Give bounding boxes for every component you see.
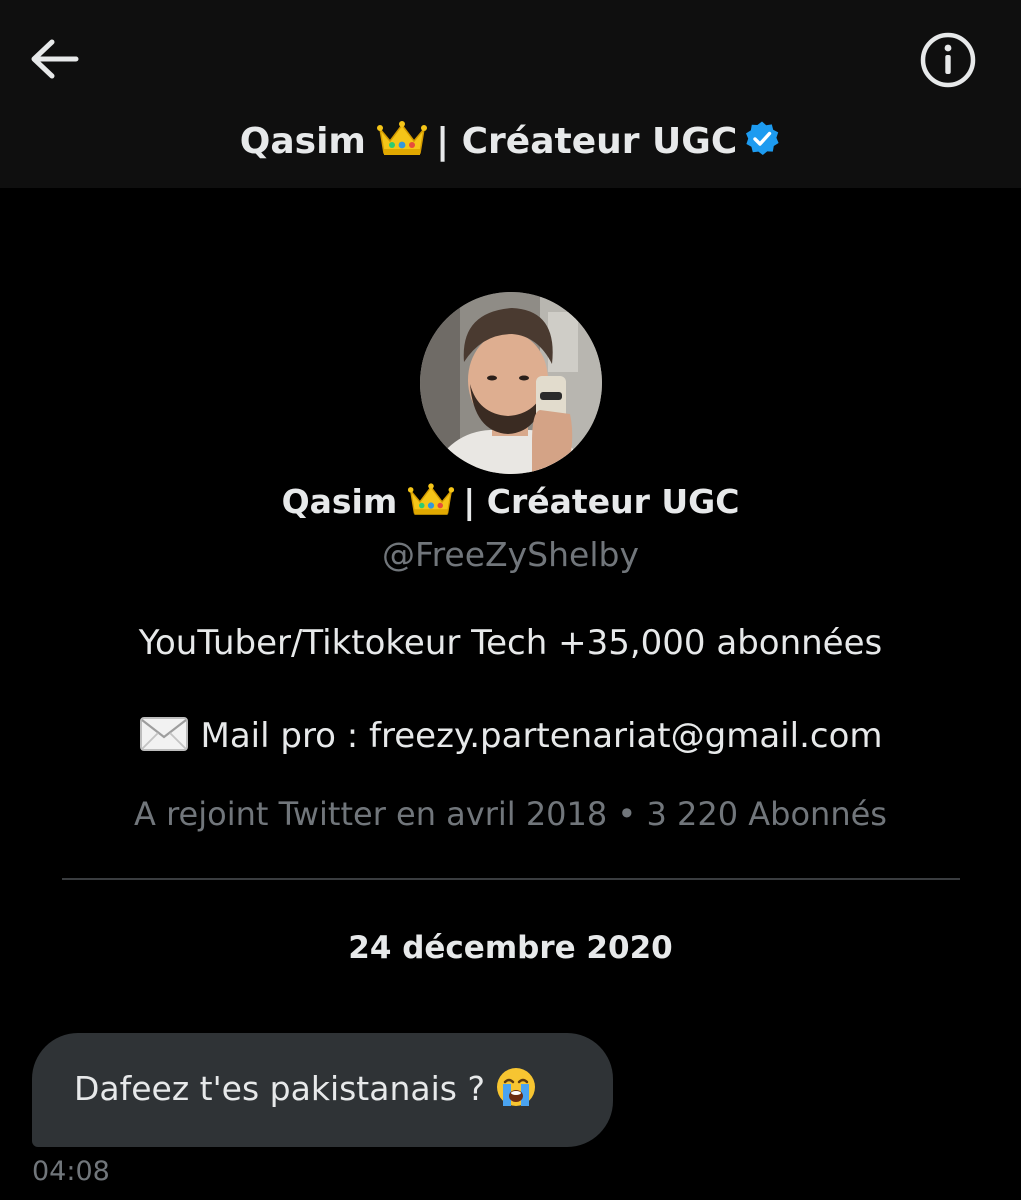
crown-emoji-icon — [376, 121, 427, 155]
header-subtitle: | Créateur UGC — [435, 121, 738, 162]
message-text-row: Dafeez t'es pakistanais ? — [74, 1063, 537, 1115]
divider — [62, 878, 960, 880]
profile-photo — [420, 292, 602, 474]
message-timestamp: 04:08 — [32, 1156, 110, 1187]
loudly-crying-face-icon — [496, 1068, 535, 1106]
profile-mail-text: Mail pro : freezy.partenariat@gmail.com — [200, 716, 883, 756]
header-title: Qasim | Créateur UGC — [0, 112, 1021, 172]
profile-bio: YouTuber/Tiktokeur Tech +35,000 abonnées — [138, 623, 883, 663]
header-name: Qasim — [239, 121, 366, 162]
verified-badge-icon — [746, 121, 779, 155]
profile-name-text: Qasim — [281, 482, 398, 521]
profile-meta: A rejoint Twitter en avril 2018 • 3 220 … — [134, 795, 887, 833]
profile-mail: Mail pro : freezy.partenariat@gmail.com — [0, 710, 1021, 762]
crown-emoji-icon — [408, 483, 455, 515]
message-bubble[interactable]: Dafeez t'es pakistanais ? — [32, 1033, 613, 1147]
profile-subtitle: | Créateur UGC — [463, 482, 740, 521]
profile-handle: @FreeZyShelby — [382, 535, 639, 574]
avatar[interactable] — [420, 292, 602, 474]
envelope-icon — [139, 717, 188, 751]
arrow-left-icon — [31, 39, 79, 79]
profile-name: Qasim | Créateur UGC — [0, 476, 1021, 528]
info-button[interactable] — [918, 30, 978, 90]
top-bar: Qasim | Créateur UGC — [0, 0, 1021, 188]
info-icon — [920, 32, 976, 88]
message-text: Dafeez t'es pakistanais ? — [74, 1069, 485, 1108]
back-button[interactable] — [26, 32, 82, 88]
date-separator: 24 décembre 2020 — [348, 930, 673, 966]
